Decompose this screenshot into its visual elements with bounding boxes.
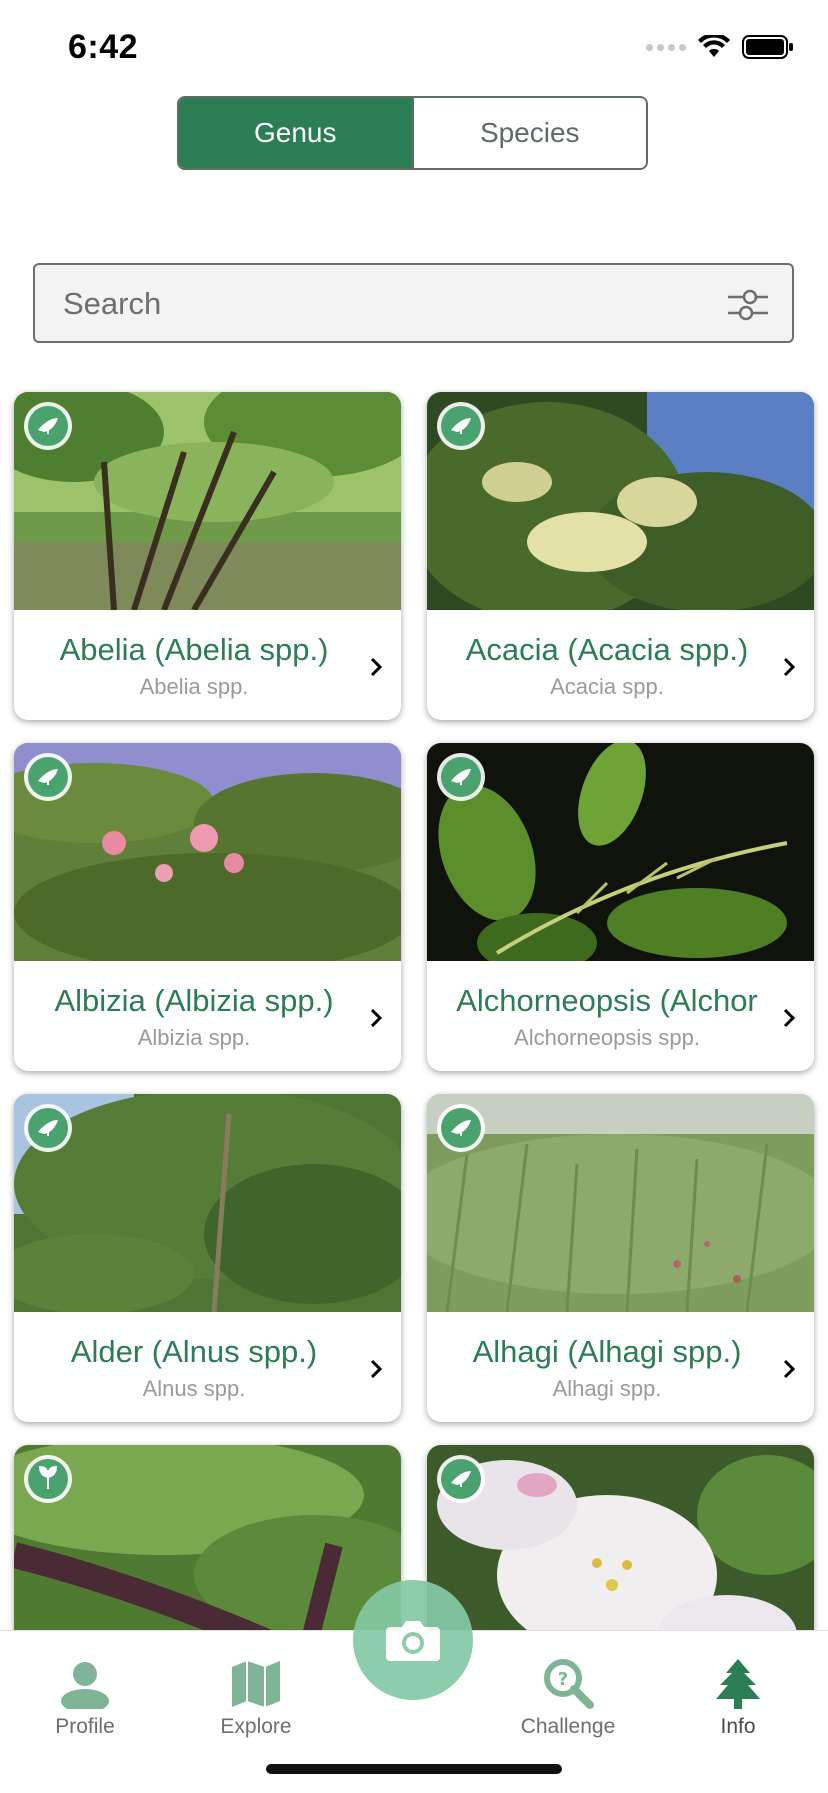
tab-explore-label: Explore [220, 1715, 292, 1738]
genus-common-name: Albizia (Albizia spp.) [54, 983, 334, 1018]
map-icon [232, 1661, 280, 1707]
genus-common-name: Alhagi (Alhagi spp.) [472, 1334, 742, 1369]
tab-info-label: Info [720, 1715, 756, 1738]
genus-scientific-name: Alnus spp. [142, 1376, 246, 1401]
camera-icon [386, 1621, 440, 1661]
tab-species[interactable]: Species [411, 98, 646, 168]
genus-scientific-name: Acacia spp. [550, 674, 664, 699]
home-indicator [266, 1764, 562, 1774]
genus-scientific-name: Alchorneopsis spp. [514, 1025, 700, 1050]
status-icons [646, 34, 794, 60]
genus-card-abelia[interactable]: Abelia (Abelia spp.) Abelia spp. [14, 392, 401, 720]
verified-badge-icon [24, 402, 72, 450]
search-input[interactable] [61, 265, 705, 343]
genus-card-acacia[interactable]: Acacia (Acacia spp.) Acacia spp. [427, 392, 814, 720]
genus-common-name: Alchorneopsis (Alchor [456, 983, 758, 1018]
genus-common-name: Alder (Alnus spp.) [70, 1334, 318, 1369]
verified-badge-icon [437, 402, 485, 450]
battery-icon [742, 35, 793, 59]
genus-species-toggle: Genus Species [177, 96, 648, 170]
genus-common-name: Acacia (Acacia spp.) [465, 632, 749, 667]
tab-challenge[interactable]: ? Challenge [498, 1657, 638, 1739]
tab-profile-label: Profile [55, 1715, 115, 1738]
verified-badge-icon [437, 1104, 485, 1152]
svg-text:?: ? [558, 1669, 568, 1690]
genus-card-albizia[interactable]: Albizia (Albizia spp.) Albizia spp. [14, 743, 401, 1071]
status-time: 6:42 [68, 28, 139, 66]
genus-scientific-name: Alhagi spp. [552, 1376, 662, 1401]
chevron-right-icon [370, 1008, 383, 1028]
camera-button[interactable] [353, 1580, 473, 1700]
genus-card-alder[interactable]: Alder (Alnus spp.) Alnus spp. [14, 1094, 401, 1422]
cellular-signal-icon [646, 43, 686, 51]
search-question-icon: ? [544, 1659, 594, 1709]
genus-card-alchorneopsis[interactable]: Alchorneopsis (Alchor Alchorneopsis spp. [427, 743, 814, 1071]
chevron-right-icon [370, 657, 383, 677]
wifi-icon [698, 35, 730, 57]
verified-badge-icon [437, 753, 485, 801]
tab-challenge-label: Challenge [520, 1715, 616, 1738]
tab-genus[interactable]: Genus [179, 98, 412, 168]
chevron-right-icon [783, 1359, 796, 1379]
chevron-right-icon [370, 1359, 383, 1379]
tab-explore[interactable]: Explore [186, 1657, 326, 1739]
genus-common-name: Abelia (Abelia spp.) [59, 632, 329, 667]
verified-badge-icon [24, 753, 72, 801]
search-bar [33, 263, 794, 343]
status-bar: 6:42 [0, 0, 828, 90]
genus-scientific-name: Albizia spp. [137, 1025, 251, 1050]
tab-profile[interactable]: Profile [15, 1657, 155, 1739]
verified-badge-icon [24, 1455, 72, 1503]
verified-badge-icon [437, 1455, 485, 1503]
chevron-right-icon [783, 1008, 796, 1028]
genus-card-alhagi[interactable]: Alhagi (Alhagi spp.) Alhagi spp. [427, 1094, 814, 1422]
genus-scientific-name: Abelia spp. [139, 674, 249, 699]
tree-icon [716, 1659, 760, 1709]
chevron-right-icon [783, 657, 796, 677]
verified-badge-icon [24, 1104, 72, 1152]
profile-icon [61, 1662, 109, 1709]
filter-icon[interactable] [728, 287, 768, 323]
tab-info[interactable]: Info [668, 1657, 808, 1739]
